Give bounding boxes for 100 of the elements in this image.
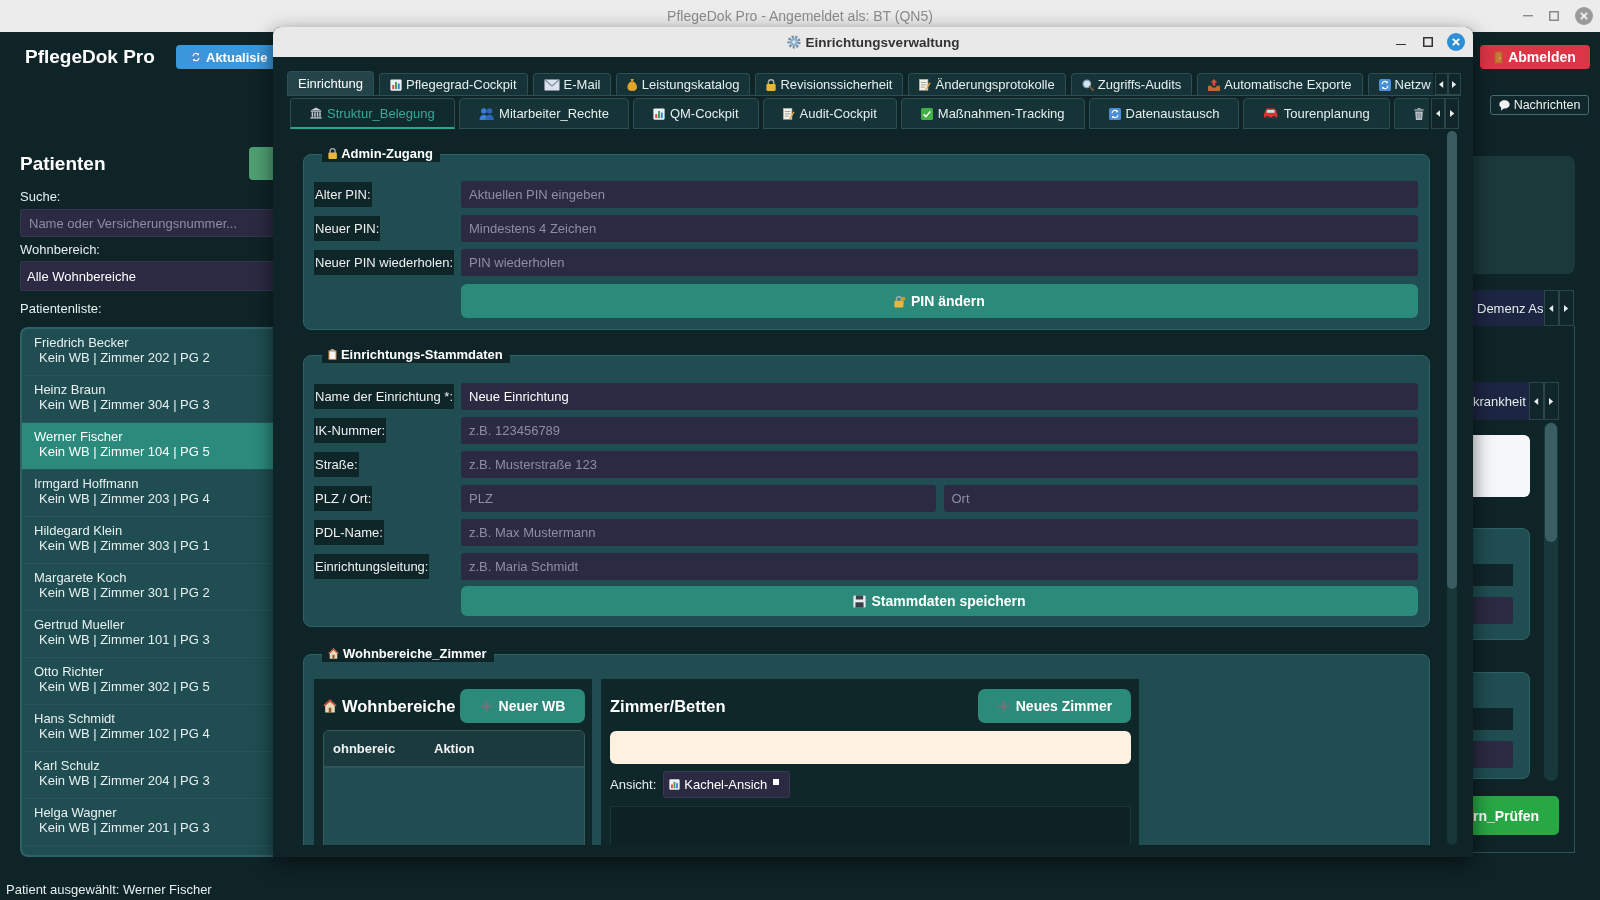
plus-icon (479, 699, 493, 713)
section-heading: Patienten (20, 152, 106, 175)
input-field[interactable]: Aktuellen PIN eingeben (461, 181, 1418, 208)
field-label: Patientenliste: (20, 300, 102, 317)
refresh-icon (1108, 107, 1121, 120)
scroll-left-button[interactable] (1544, 290, 1559, 326)
field-label: Alter PIN: (314, 182, 372, 207)
caret-right-icon (1452, 80, 1457, 88)
app-title: PflegeDok Pro (24, 46, 155, 68)
field-label: Suche: (20, 188, 61, 205)
dropdown-marker-icon (773, 778, 780, 785)
gear-icon (786, 35, 801, 49)
scroll-left-button[interactable] (1529, 382, 1544, 420)
input-field[interactable] (1473, 741, 1513, 768)
bar-chart-icon (390, 78, 403, 91)
tab[interactable]: Demenz As (1473, 290, 1544, 326)
tab[interactable]: Mitarbeiter_Rechte (458, 98, 629, 129)
tab[interactable]: Maßnahmen-Tracking (900, 98, 1085, 129)
window-title: PflegeDok Pro - Angemeldet als: BT (QN5) (667, 8, 933, 24)
plus-icon (996, 699, 1010, 713)
scroll-left-button[interactable] (1431, 98, 1445, 129)
field-label: Wohnbereich: (20, 241, 100, 258)
columned-building-icon (310, 107, 322, 119)
patient-list-item[interactable]: Werner Fischer Kein WB | Zimmer 104 | PG 5 (22, 423, 273, 470)
input-field[interactable]: z.B. Musterstraße 123 (461, 451, 1418, 478)
field-label: Neuer PIN wiederholen: (314, 250, 455, 275)
group-title: Einrichtungs-Stammdaten (340, 346, 503, 362)
input-field[interactable]: Ort (943, 485, 1418, 512)
tab[interactable]: Änderungsprotokolle (908, 73, 1066, 95)
panel-heading: Wohnbereiche (342, 696, 456, 716)
lock-with-key-icon (894, 294, 906, 308)
tab[interactable]: Automatische Exporte (1197, 73, 1363, 95)
view-label: Ansicht: (610, 777, 657, 792)
tab[interactable]: Datenaustausch (1088, 98, 1240, 129)
logout-button[interactable]: Abmelden (1480, 45, 1590, 69)
tab[interactable]: Audit-Cockpit (762, 98, 897, 129)
memo-icon (782, 107, 795, 120)
input-field[interactable] (1473, 597, 1513, 624)
save-button[interactable]: Stammdaten speichern (461, 586, 1418, 616)
scroll-right-button[interactable] (1544, 382, 1559, 420)
tab[interactable]: krankheit (1473, 382, 1529, 420)
money-bag-icon (627, 78, 638, 91)
door-icon (1494, 50, 1504, 64)
input-field[interactable]: PLZ (461, 485, 936, 512)
scroll-right-button[interactable] (1559, 290, 1574, 326)
input-field[interactable]: Neue Einrichtung (461, 383, 1418, 410)
maximize-icon[interactable] (1423, 37, 1433, 47)
field-label: IK-Nummer: (314, 418, 387, 443)
caret-left-icon (1549, 304, 1554, 312)
close-icon[interactable] (1447, 33, 1465, 51)
scrollbar-track[interactable] (1544, 422, 1558, 781)
change-pin-button[interactable]: PIN ändern (461, 284, 1418, 318)
clipboard-icon (328, 348, 337, 360)
tab[interactable] (1393, 98, 1429, 129)
input-field[interactable]: Mindestens 4 Zeichen (461, 215, 1418, 242)
field-label: Einrichtungsleitung: (314, 554, 430, 579)
tab[interactable]: Einrichtung (287, 71, 375, 95)
tab[interactable]: Pflegegrad-Cockpit (379, 73, 528, 95)
refresh-icon (1378, 78, 1391, 91)
input-field[interactable]: PIN wiederholen (461, 249, 1418, 276)
add-room-button[interactable]: Neues Zimmer (978, 689, 1131, 723)
lock-icon (328, 147, 338, 159)
caret-left-icon (1435, 110, 1441, 117)
car-icon (1263, 107, 1279, 120)
scrollbar-track[interactable] (1447, 131, 1457, 845)
tab[interactable]: Revisionssicherheit (755, 73, 904, 95)
scroll-right-button[interactable] (1445, 98, 1459, 129)
input-field[interactable]: z.B. Max Mustermann (461, 519, 1418, 546)
caret-left-icon (1534, 397, 1539, 405)
envelope-icon (543, 78, 560, 91)
view-dropdown[interactable]: Kachel-Ansich (663, 771, 791, 798)
input-field[interactable]: z.B. 123456789 (461, 417, 1418, 444)
caret-right-icon (1449, 110, 1455, 117)
tab[interactable]: QM-Cockpit (632, 98, 759, 129)
field-label: PLZ / Ort: (314, 486, 373, 511)
minimize-icon[interactable] (1396, 43, 1406, 46)
input-field[interactable]: z.B. Maria Schmidt (461, 553, 1418, 580)
ward-dropdown[interactable]: Alle Wohnbereiche (20, 261, 273, 291)
panel-heading: Zimmer/Betten (610, 696, 726, 716)
tab[interactable]: Tourenplanung (1243, 98, 1390, 129)
tab[interactable]: E-Mail (532, 73, 612, 95)
tab[interactable]: Netzw (1367, 73, 1433, 95)
scroll-left-button[interactable] (1435, 73, 1448, 95)
tab[interactable]: Struktur_Belegung (290, 98, 455, 129)
scroll-right-button[interactable] (1448, 73, 1461, 95)
caret-right-icon (1549, 397, 1554, 405)
messages-button[interactable]: Nachrichten (1490, 95, 1589, 115)
group-title: Wohnbereiche_Zimmer (343, 645, 487, 661)
tab[interactable]: Zugriffs-Audits (1070, 73, 1193, 95)
caret-left-icon (1439, 80, 1444, 88)
scrollbar-thumb[interactable] (1545, 423, 1557, 542)
people-icon (478, 107, 495, 120)
search-icon (1081, 78, 1094, 91)
search-field[interactable]: Name oder Versicherungsnummer... (20, 209, 273, 237)
add-ward-button[interactable]: Neuer WB (460, 689, 585, 723)
tab[interactable]: Leistungskatalog (616, 73, 751, 95)
scrollbar-thumb[interactable] (1447, 131, 1457, 589)
preview-card (1473, 435, 1530, 497)
house-icon (323, 699, 337, 713)
speech-bubble-icon (1498, 99, 1510, 111)
